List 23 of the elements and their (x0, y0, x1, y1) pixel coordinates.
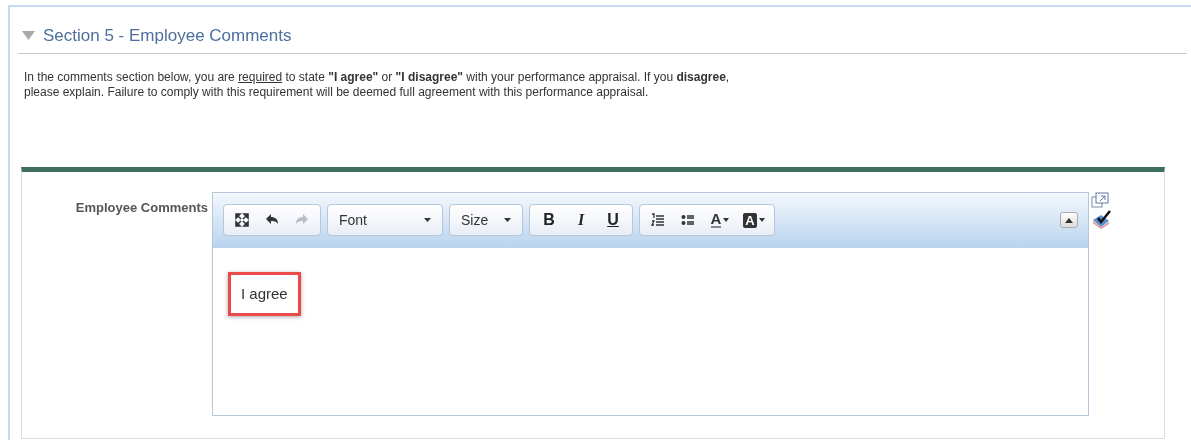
bullet-list-icon (681, 213, 695, 227)
redo-icon (295, 213, 309, 227)
collapse-toolbar-button[interactable] (1060, 212, 1078, 228)
instructions-text: In the comments section below, you are required to state "I agree" or "I disagree" with your performance appraisal. If you disagree, please explain. Failure to comply with this requirement will be deemed full agreement with this performance appraisal. (24, 69, 731, 100)
caret-icon (504, 218, 511, 222)
italic-button[interactable]: I (566, 207, 596, 233)
underline-button[interactable]: U (598, 207, 628, 233)
field-label: Employee Comments (74, 198, 209, 217)
text-color-button[interactable]: A (704, 207, 736, 233)
fullscreen-icon (235, 213, 249, 227)
numbered-list-icon (651, 213, 665, 227)
caret-icon (723, 218, 730, 222)
collapse-arrow-icon (1065, 217, 1073, 223)
dropdown[interactable]: Font (332, 207, 438, 233)
caret-icon (758, 218, 765, 222)
dropdown[interactable]: Size (454, 207, 518, 233)
spellcheck-book-icon[interactable] (1091, 209, 1113, 230)
section-header[interactable]: Section 5 - Employee Comments (18, 23, 1187, 54)
caret-icon (424, 218, 431, 222)
section-title: Section 5 - Employee Comments (43, 25, 292, 47)
bold-button[interactable]: B (534, 207, 564, 233)
editor-text: I agree (228, 271, 301, 316)
highlight-color-button[interactable]: A (738, 207, 770, 233)
